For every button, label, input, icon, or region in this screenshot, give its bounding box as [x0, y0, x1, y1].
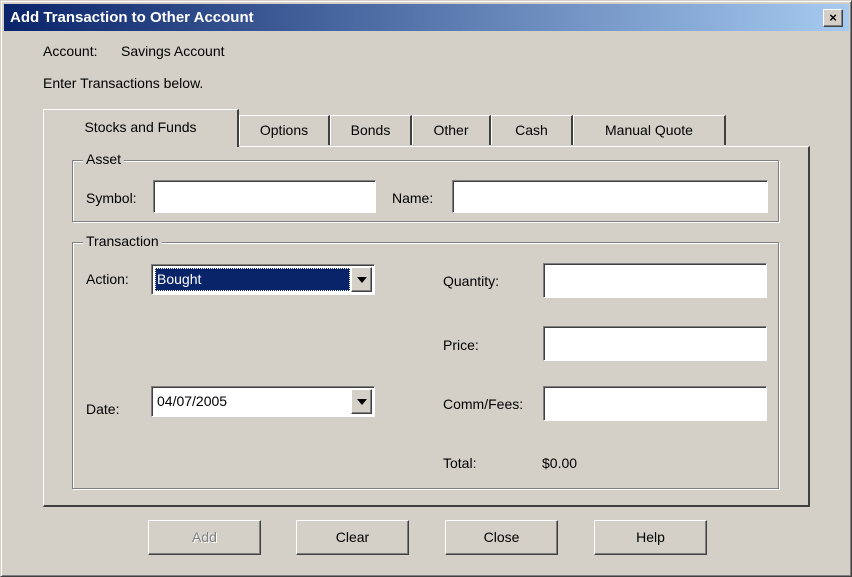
chevron-down-icon[interactable] — [351, 389, 372, 414]
date-value: 04/07/2005 — [157, 393, 228, 409]
chevron-down-icon[interactable] — [351, 267, 372, 292]
date-picker[interactable]: 04/07/2005 — [151, 386, 375, 417]
tab-other[interactable]: Other — [412, 115, 491, 145]
comm-fees-label: Comm/Fees: — [443, 396, 524, 412]
action-select[interactable]: Bought — [151, 264, 375, 295]
name-input[interactable] — [452, 180, 768, 213]
quantity-input[interactable] — [543, 263, 767, 298]
clear-button[interactable]: Clear — [296, 520, 409, 555]
tab-bonds[interactable]: Bonds — [330, 115, 412, 145]
quantity-label: Quantity: — [443, 273, 500, 289]
date-label: Date: — [86, 401, 120, 417]
account-value: Savings Account — [121, 43, 225, 59]
price-label: Price: — [443, 337, 479, 353]
account-label: Account: — [43, 43, 98, 59]
action-value: Bought — [155, 268, 350, 291]
transaction-group: Transaction Action: Bought Date: 04/07/2… — [72, 233, 779, 489]
comm-fees-input[interactable] — [543, 386, 767, 421]
tab-manual-quote[interactable]: Manual Quote — [573, 115, 726, 145]
name-label: Name: — [392, 190, 434, 206]
dialog-window: Add Transaction to Other Account × Accou… — [0, 0, 852, 577]
add-button[interactable]: Add — [148, 520, 261, 555]
close-button[interactable]: Close — [445, 520, 558, 555]
window-title: Add Transaction to Other Account — [10, 9, 254, 26]
tab-panel: Asset Symbol: Name: Transaction Action: … — [43, 146, 810, 507]
title-bar[interactable]: Add Transaction to Other Account × — [4, 4, 849, 31]
tab-stocks-and-funds[interactable]: Stocks and Funds — [43, 109, 239, 147]
close-icon[interactable]: × — [823, 9, 843, 27]
tab-options[interactable]: Options — [239, 115, 330, 145]
symbol-input[interactable] — [153, 180, 376, 213]
total-label: Total: — [443, 455, 477, 471]
asset-group-label: Asset — [83, 151, 125, 167]
price-input[interactable] — [543, 326, 767, 361]
transaction-group-label: Transaction — [83, 233, 162, 249]
symbol-label: Symbol: — [86, 190, 137, 206]
total-value: $0.00 — [542, 455, 578, 471]
tab-cash[interactable]: Cash — [491, 115, 573, 145]
instructions-text: Enter Transactions below. — [43, 75, 204, 91]
action-label: Action: — [86, 271, 129, 287]
asset-group: Asset Symbol: Name: — [72, 151, 779, 222]
help-button[interactable]: Help — [594, 520, 707, 555]
